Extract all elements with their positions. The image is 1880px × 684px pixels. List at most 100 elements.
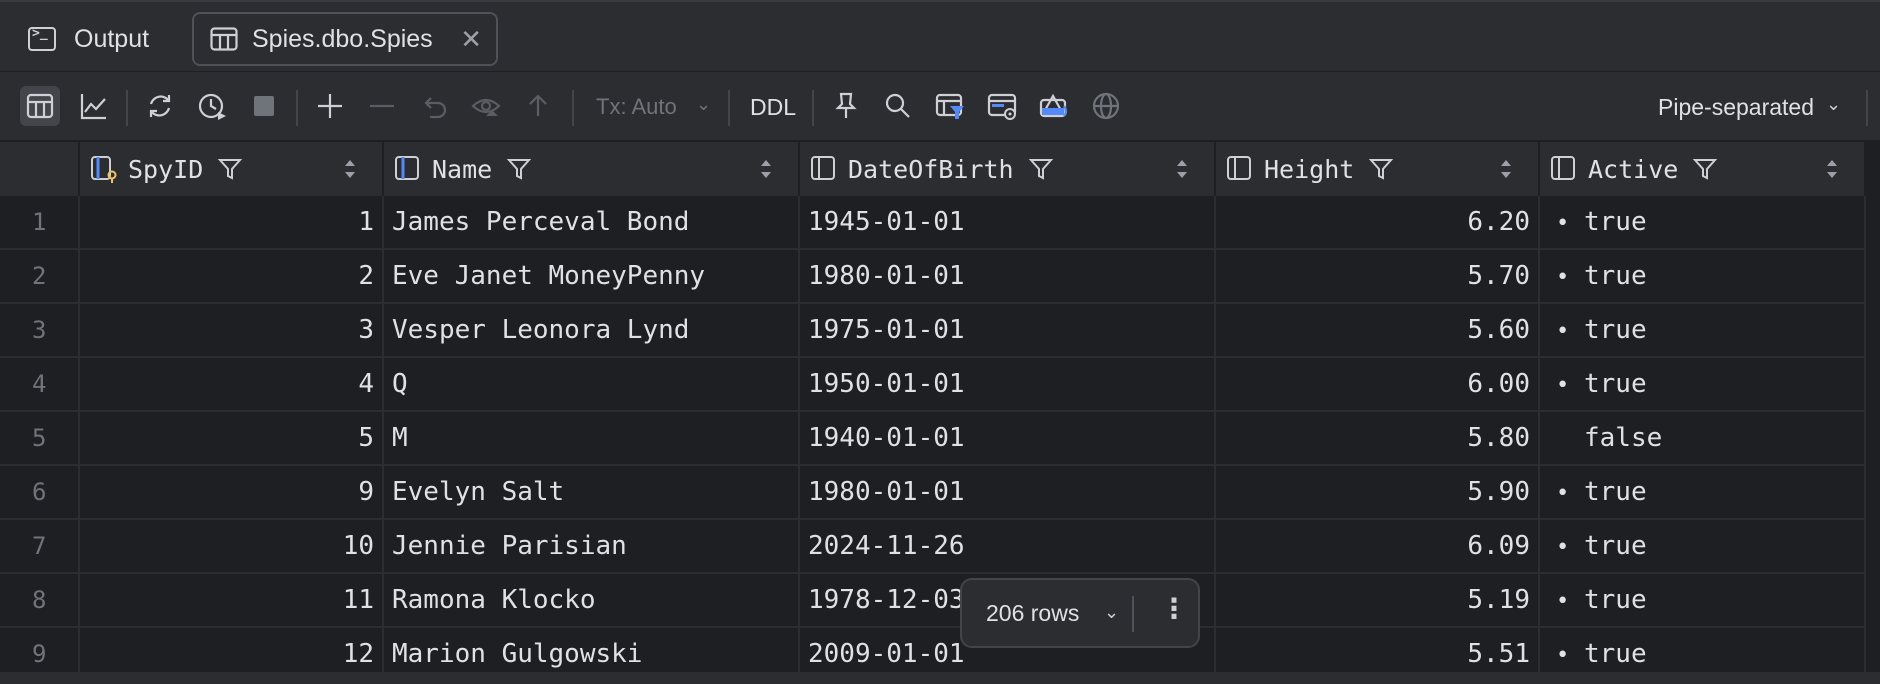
delete-row-icon[interactable] xyxy=(362,86,402,126)
cell-height[interactable]: 6.20 xyxy=(1216,196,1540,248)
cell-name[interactable]: M xyxy=(384,412,800,464)
results-toolbar: Tx: Auto ⌄ DDL Pipe-separated ⌄ xyxy=(0,72,1880,142)
table-row[interactable]: 8 11 Ramona Klocko 1978-12-03 5.19 • true xyxy=(0,574,1866,628)
cell-spyid[interactable]: 3 xyxy=(80,304,384,356)
cell-dateofbirth[interactable]: 1945-01-01 xyxy=(800,196,1216,248)
bullet-icon: • xyxy=(1556,535,1570,560)
data-editor-icon[interactable] xyxy=(982,86,1022,126)
stop-icon[interactable] xyxy=(244,86,284,126)
submit-icon[interactable] xyxy=(518,86,558,126)
cell-name[interactable]: Evelyn Salt xyxy=(384,466,800,518)
export-format-dropdown[interactable]: Pipe-separated xyxy=(1658,94,1814,121)
cell-height[interactable]: 5.70 xyxy=(1216,250,1540,302)
compare-icon[interactable] xyxy=(1034,86,1074,126)
sort-icon[interactable] xyxy=(1176,158,1188,180)
row-number: 6 xyxy=(0,466,80,518)
cell-name[interactable]: Eve Janet MoneyPenny xyxy=(384,250,800,302)
cell-name[interactable]: James Perceval Bond xyxy=(384,196,800,248)
cell-name[interactable]: Ramona Klocko xyxy=(384,574,800,626)
table-row[interactable]: 5 5 M 1940-01-01 5.80 false xyxy=(0,412,1866,466)
cell-height[interactable]: 5.80 xyxy=(1216,412,1540,464)
column-icon xyxy=(1551,156,1575,180)
sort-icon[interactable] xyxy=(344,158,356,180)
horizontal-scrollbar[interactable] xyxy=(0,672,1880,684)
add-row-icon[interactable] xyxy=(310,86,350,126)
cell-active[interactable]: • true xyxy=(1540,250,1866,302)
filter-icon[interactable] xyxy=(506,156,532,182)
boolean-value: true xyxy=(1584,639,1647,669)
refresh-icon[interactable] xyxy=(140,86,180,126)
filter-icon[interactable] xyxy=(1692,156,1718,182)
cell-spyid[interactable]: 5 xyxy=(80,412,384,464)
revert-icon[interactable] xyxy=(414,86,454,126)
cell-height[interactable]: 6.09 xyxy=(1216,520,1540,572)
sort-icon[interactable] xyxy=(760,158,772,180)
row-count-dropdown[interactable]: 206 rows xyxy=(986,600,1079,627)
table-row[interactable]: 1 1 James Perceval Bond 1945-01-01 6.20 • true xyxy=(0,196,1866,250)
column-header-dateofbirth[interactable]: DateOfBirth xyxy=(800,142,1216,196)
filter-icon[interactable] xyxy=(1028,156,1054,182)
boolean-value: true xyxy=(1584,315,1647,345)
table-view-icon[interactable] xyxy=(20,86,60,126)
sort-icon[interactable] xyxy=(1500,158,1512,180)
boolean-value: true xyxy=(1584,531,1647,561)
pin-icon[interactable] xyxy=(826,86,866,126)
cell-active[interactable]: • true xyxy=(1540,466,1866,518)
table-row[interactable]: 7 10 Jennie Parisian 2024-11-26 6.09 • true xyxy=(0,520,1866,574)
table-row[interactable]: 4 4 Q 1950-01-01 6.00 • true xyxy=(0,358,1866,412)
cell-active[interactable]: • true xyxy=(1540,358,1866,410)
chevron-down-icon[interactable]: ⌄ xyxy=(1826,94,1841,115)
column-header-active[interactable]: Active xyxy=(1540,142,1866,196)
chevron-down-icon[interactable]: ⌄ xyxy=(696,94,711,115)
cell-spyid[interactable]: 4 xyxy=(80,358,384,410)
cell-spyid[interactable]: 11 xyxy=(80,574,384,626)
search-icon[interactable] xyxy=(878,86,918,126)
cell-height[interactable]: 5.60 xyxy=(1216,304,1540,356)
ddl-button[interactable]: DDL xyxy=(750,94,796,121)
history-icon[interactable] xyxy=(192,86,232,126)
chart-view-icon[interactable] xyxy=(74,86,114,126)
tab-spies-table[interactable]: Spies.dbo.Spies ✕ xyxy=(192,12,498,66)
cell-active[interactable]: • true xyxy=(1540,196,1866,248)
globe-icon[interactable] xyxy=(1086,86,1126,126)
cell-spyid[interactable]: 1 xyxy=(80,196,384,248)
tab-output[interactable]: Output xyxy=(28,12,149,66)
cell-active[interactable]: • true xyxy=(1540,574,1866,626)
cell-name[interactable]: Q xyxy=(384,358,800,410)
boolean-value: false xyxy=(1584,423,1663,453)
cell-height[interactable]: 5.90 xyxy=(1216,466,1540,518)
transaction-mode-dropdown[interactable]: Tx: Auto xyxy=(596,94,677,120)
cell-height[interactable]: 5.19 xyxy=(1216,574,1540,626)
cell-name[interactable]: Jennie Parisian xyxy=(384,520,800,572)
filter-icon[interactable] xyxy=(1368,156,1394,182)
table-row[interactable]: 6 9 Evelyn Salt 1980-01-01 5.90 • true xyxy=(0,466,1866,520)
cell-dateofbirth[interactable]: 1980-01-01 xyxy=(800,466,1216,518)
cell-dateofbirth[interactable]: 1950-01-01 xyxy=(800,358,1216,410)
column-header-height[interactable]: Height xyxy=(1216,142,1540,196)
table-row[interactable]: 3 3 Vesper Leonora Lynd 1975-01-01 5.60 • true xyxy=(0,304,1866,358)
cell-active[interactable]: false xyxy=(1540,412,1866,464)
cell-active[interactable]: • true xyxy=(1540,520,1866,572)
cell-spyid[interactable]: 2 xyxy=(80,250,384,302)
cell-active[interactable]: • true xyxy=(1540,304,1866,356)
column-header-spyid[interactable]: SpyID xyxy=(80,142,384,196)
cell-spyid[interactable]: 9 xyxy=(80,466,384,518)
cell-spyid[interactable]: 10 xyxy=(80,520,384,572)
more-options-icon[interactable]: ⋮ xyxy=(1160,592,1188,625)
table-row[interactable]: 2 2 Eve Janet MoneyPenny 1980-01-01 5.70 • tru… xyxy=(0,250,1866,304)
preview-changes-icon[interactable] xyxy=(466,86,506,126)
cell-dateofbirth[interactable]: 1980-01-01 xyxy=(800,250,1216,302)
cell-dateofbirth[interactable]: 1975-01-01 xyxy=(800,304,1216,356)
cell-dateofbirth[interactable]: 1940-01-01 xyxy=(800,412,1216,464)
filter-icon[interactable] xyxy=(217,156,243,182)
filter-view-icon[interactable] xyxy=(930,86,970,126)
sort-icon[interactable] xyxy=(1826,158,1838,180)
cell-dateofbirth[interactable]: 2024-11-26 xyxy=(800,520,1216,572)
column-header-name[interactable]: Name xyxy=(384,142,800,196)
row-number: 8 xyxy=(0,574,80,626)
chevron-down-icon[interactable]: ⌄ xyxy=(1104,602,1119,623)
cell-name[interactable]: Vesper Leonora Lynd xyxy=(384,304,800,356)
cell-height[interactable]: 6.00 xyxy=(1216,358,1540,410)
close-icon[interactable]: ✕ xyxy=(460,24,482,55)
boolean-value: true xyxy=(1584,585,1647,615)
